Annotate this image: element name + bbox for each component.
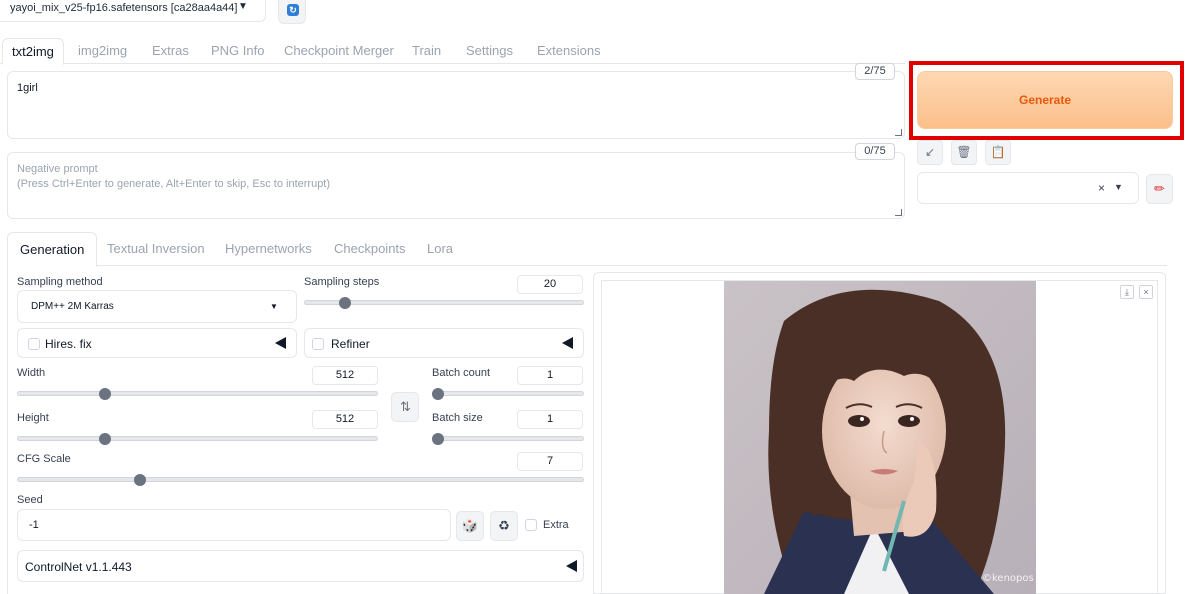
generation-tab-bar: Generation Textual Inversion Hypernetwor… <box>7 232 1167 267</box>
generated-image[interactable]: ©kenopos <box>724 281 1036 594</box>
sampling-steps-thumb[interactable] <box>338 297 351 309</box>
batch-size-thumb[interactable] <box>432 433 444 445</box>
negative-prompt-placeholder: Negative prompt <box>17 163 98 175</box>
tab-extensions[interactable]: Extensions <box>537 38 601 65</box>
apply-styles-button[interactable]: 📋 <box>985 140 1011 165</box>
collapse-triangle-icon[interactable] <box>566 560 577 572</box>
sampling-steps-input[interactable]: 20 <box>517 275 583 294</box>
controlnet-accordion[interactable]: ControlNet v1.1.443 <box>17 550 584 582</box>
tab-checkpoints[interactable]: Checkpoints <box>334 232 406 267</box>
checkpoint-value: yayoi_mix_v25-fp16.safetensors [ca28aa4a… <box>10 2 238 14</box>
tab-lora[interactable]: Lora <box>427 232 453 267</box>
styles-dropdown[interactable]: × ▼ <box>917 172 1139 204</box>
download-icon[interactable]: ⤓ <box>1120 285 1134 299</box>
seed-label: Seed <box>17 494 43 506</box>
checkpoint-dropdown[interactable]: yayoi_mix_v25-fp16.safetensors [ca28aa4a… <box>0 0 266 22</box>
controlnet-label: ControlNet v1.1.443 <box>25 560 132 574</box>
clear-icon[interactable]: × <box>1098 181 1105 195</box>
tab-settings[interactable]: Settings <box>466 38 513 65</box>
collapse-triangle-icon[interactable] <box>275 337 286 349</box>
dice-icon: 🎲 <box>461 518 479 533</box>
width-input[interactable]: 512 <box>312 366 378 385</box>
tab-txt2img[interactable]: txt2img <box>2 38 64 65</box>
highlight-frame <box>909 61 1184 140</box>
sampling-steps-label: Sampling steps <box>304 276 380 288</box>
swap-arrows-icon: ⇅ <box>400 399 411 414</box>
negative-prompt-textarea[interactable]: Negative prompt (Press Ctrl+Enter to gen… <box>7 152 905 219</box>
hires-fix-checkbox[interactable] <box>28 338 40 350</box>
hires-fix-label: Hires. fix <box>45 337 92 351</box>
clipboard-icon: 📋 <box>990 145 1006 159</box>
prompt-textarea[interactable]: 1girl <box>7 71 905 139</box>
width-thumb[interactable] <box>99 388 111 400</box>
tab-png-info[interactable]: PNG Info <box>211 38 264 65</box>
batch-count-input[interactable]: 1 <box>517 366 583 385</box>
batch-size-input[interactable]: 1 <box>517 410 583 429</box>
seed-extra-label: Extra <box>543 519 569 531</box>
refresh-checkpoints-button[interactable]: ↻ <box>278 0 306 24</box>
sampling-method-value: DPM++ 2M Karras <box>31 301 114 312</box>
height-thumb[interactable] <box>99 433 111 445</box>
pencil-icon: ✏ <box>1154 181 1165 196</box>
batch-count-label: Batch count <box>432 367 491 379</box>
close-icon[interactable]: × <box>1139 285 1153 299</box>
batch-size-slider[interactable] <box>432 436 584 441</box>
resize-handle-icon[interactable] <box>895 209 902 216</box>
hires-fix-accordion[interactable]: Hires. fix <box>17 328 297 358</box>
batch-count-thumb[interactable] <box>432 388 444 400</box>
height-label: Height <box>17 412 49 424</box>
chevron-down-icon: ▼ <box>238 1 248 12</box>
random-seed-button[interactable]: 🎲 <box>456 511 484 541</box>
swap-dimensions-button[interactable]: ⇅ <box>391 392 419 422</box>
generated-portrait-image: ©kenopos <box>724 281 1036 594</box>
edit-styles-button[interactable]: ✏ <box>1146 174 1173 204</box>
prompt-value: 1girl <box>17 82 38 94</box>
tab-img2img[interactable]: img2img <box>78 38 127 65</box>
main-tab-bar: txt2img img2img Extras PNG Info Checkpoi… <box>0 38 905 65</box>
seed-input[interactable]: -1 <box>17 509 451 541</box>
tab-checkpoint-merger[interactable]: Checkpoint Merger <box>284 38 394 65</box>
chevron-down-icon: ▼ <box>270 302 278 311</box>
collapse-triangle-icon[interactable] <box>562 337 573 349</box>
seed-extra-checkbox[interactable] <box>525 519 537 531</box>
resize-handle-icon[interactable] <box>895 129 902 136</box>
reuse-seed-button[interactable]: ♻ <box>490 511 518 541</box>
tab-textual-inversion[interactable]: Textual Inversion <box>107 232 205 267</box>
watermark-text: ©kenopos <box>982 573 1034 584</box>
arrow-diagonal-icon: ↙ <box>924 145 936 159</box>
height-input[interactable]: 512 <box>312 410 378 429</box>
negative-prompt-hint: (Press Ctrl+Enter to generate, Alt+Enter… <box>17 178 331 190</box>
prompt-token-counter: 2/75 <box>855 63 895 80</box>
chevron-down-icon: ▼ <box>1114 182 1123 192</box>
cfg-scale-input[interactable]: 7 <box>517 452 583 471</box>
trash-icon: 🗑 <box>956 145 972 159</box>
height-slider[interactable] <box>17 436 378 441</box>
tab-extras[interactable]: Extras <box>152 38 189 65</box>
refiner-checkbox[interactable] <box>312 338 324 350</box>
seed-value: -1 <box>29 519 39 531</box>
cfg-scale-label: CFG Scale <box>17 453 71 465</box>
refiner-accordion[interactable]: Refiner <box>304 328 584 358</box>
refresh-icon: ↻ <box>287 4 299 16</box>
tab-hypernetworks[interactable]: Hypernetworks <box>225 232 312 267</box>
sampling-method-dropdown[interactable]: DPM++ 2M Karras ▼ <box>17 290 297 323</box>
cfg-scale-slider[interactable] <box>17 477 584 482</box>
width-label: Width <box>17 367 46 379</box>
width-slider[interactable] <box>17 391 378 396</box>
cfg-scale-thumb[interactable] <box>133 474 146 486</box>
recycle-icon: ♻ <box>498 518 510 533</box>
sampling-method-label: Sampling method <box>17 276 103 288</box>
tab-train[interactable]: Train <box>412 38 441 65</box>
batch-count-slider[interactable] <box>432 391 584 396</box>
read-params-button[interactable]: ↙ <box>917 140 943 165</box>
clear-prompt-button[interactable]: 🗑 <box>951 140 977 165</box>
tab-generation[interactable]: Generation <box>7 232 98 267</box>
negative-token-counter: 0/75 <box>855 143 895 160</box>
refiner-label: Refiner <box>331 337 370 351</box>
batch-size-label: Batch size <box>432 412 483 424</box>
